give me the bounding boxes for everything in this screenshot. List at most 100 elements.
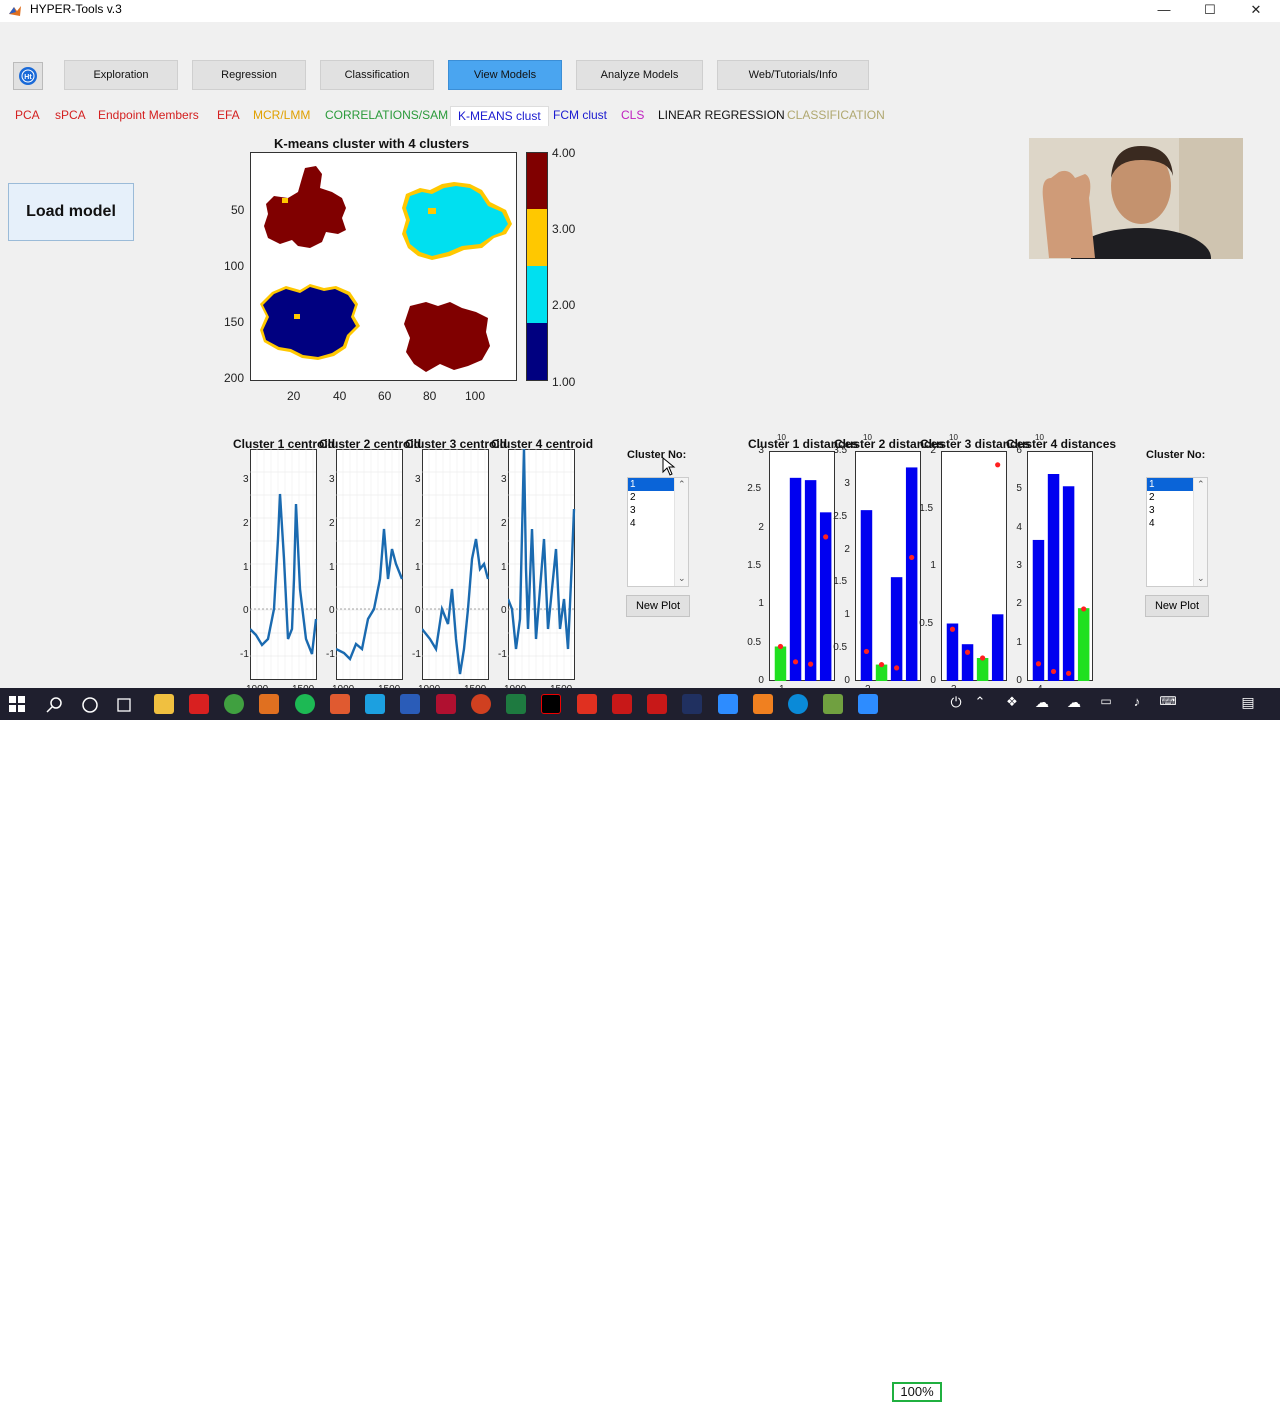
scroll-up-icon[interactable]: ⌃ <box>1197 479 1205 490</box>
colorbar <box>526 152 548 381</box>
acrobat-icon[interactable] <box>612 694 632 714</box>
classification-button[interactable]: Classification <box>320 60 434 90</box>
cloud-upload-icon[interactable]: ☁ <box>1032 694 1052 714</box>
colorbar-cluster-3 <box>526 209 548 266</box>
webcam-video-overlay <box>1029 138 1243 259</box>
tab-linear-regression[interactable]: LINEAR REGRESSION <box>651 106 792 126</box>
app-icon[interactable] <box>682 694 702 714</box>
centroid-ytick: 3 <box>415 474 421 485</box>
listbox-scrollbar[interactable]: ⌃ ⌄ <box>674 478 688 586</box>
app-window: HYPER-Tools v.3 — ☐ ✕ Ht Exploration Reg… <box>0 0 1280 695</box>
cluster-option[interactable]: 1 <box>1147 478 1193 491</box>
scroll-down-icon[interactable]: ⌄ <box>678 573 686 584</box>
tab-mcr-lmm[interactable]: MCR/LMM <box>246 106 317 126</box>
cluster-option[interactable]: 3 <box>1147 504 1193 517</box>
distance-bar <box>1047 474 1060 681</box>
hypertools-logo-button[interactable]: Ht <box>13 62 43 90</box>
cluster-listbox-left[interactable]: 1 2 3 4 ⌃ ⌄ <box>627 477 689 587</box>
cluster-option[interactable]: 4 <box>628 517 674 530</box>
power-icon[interactable]: ⏻ <box>946 694 966 714</box>
window-title: HYPER-Tools v.3 <box>30 2 122 16</box>
tab-k-means-clust[interactable]: K-MEANS clust <box>450 106 549 126</box>
distance-ytick: 3.5 <box>833 445 848 456</box>
cortana-icon[interactable] <box>81 696 99 714</box>
distance-ytick: 6 <box>1016 445 1022 456</box>
spotify-icon[interactable] <box>295 694 315 714</box>
centroid-ytick: -1 <box>498 649 507 660</box>
colorbar-cluster-1 <box>526 323 548 381</box>
keyboard-icon[interactable]: ⌨ <box>1158 694 1178 714</box>
tab-correlations-sam[interactable]: CORRELATIONS/SAM <box>318 106 455 126</box>
distance-ytick: 0 <box>758 675 764 686</box>
cluster-option[interactable]: 2 <box>1147 491 1193 504</box>
file-explorer-icon[interactable] <box>154 694 174 714</box>
app-icon[interactable] <box>823 694 843 714</box>
netflix-icon[interactable] <box>541 694 561 714</box>
vlc-icon[interactable] <box>753 694 773 714</box>
task-view-icon[interactable] <box>116 696 134 714</box>
regression-button[interactable]: Regression <box>192 60 306 90</box>
centroid-ytick: 0 <box>243 605 249 616</box>
tab-fcm-clust[interactable]: FCM clust <box>546 106 614 126</box>
load-model-button[interactable]: Load model <box>8 183 134 241</box>
tab-spca[interactable]: sPCA <box>48 106 93 126</box>
volume-icon[interactable]: ♪ <box>1127 694 1147 714</box>
chrome-icon[interactable] <box>224 694 244 714</box>
tab-efa[interactable]: EFA <box>210 106 247 126</box>
tab-pca[interactable]: PCA <box>8 106 47 126</box>
zoom-meeting-icon[interactable] <box>858 694 878 714</box>
view-models-button[interactable]: View Models <box>448 60 562 90</box>
scroll-up-icon[interactable]: ⌃ <box>678 479 686 490</box>
listbox-scrollbar[interactable]: ⌃ ⌄ <box>1193 478 1207 586</box>
edge-icon[interactable] <box>788 694 808 714</box>
chevron-up-icon[interactable]: ⌃ <box>970 694 990 714</box>
cluster-option[interactable]: 3 <box>628 504 674 517</box>
notifications-icon[interactable]: ▤ <box>1238 694 1258 714</box>
analyze-models-button[interactable]: Analyze Models <box>576 60 703 90</box>
web-tutorials-info-button[interactable]: Web/Tutorials/Info <box>717 60 869 90</box>
scroll-down-icon[interactable]: ⌄ <box>1197 573 1205 584</box>
tab-classification[interactable]: CLASSIFICATION <box>780 106 892 126</box>
excel-icon[interactable] <box>506 694 526 714</box>
cluster-option[interactable]: 4 <box>1147 517 1193 530</box>
close-button[interactable]: ✕ <box>1233 0 1279 22</box>
distance-point <box>878 661 885 668</box>
tab-cls[interactable]: CLS <box>614 106 651 126</box>
axis-exponent: 10 <box>777 433 786 442</box>
exploration-button[interactable]: Exploration <box>64 60 178 90</box>
cluster-listbox-right[interactable]: 1 2 3 4 ⌃ ⌄ <box>1146 477 1208 587</box>
distance-chart-title: Cluster 4 distances <box>1006 437 1117 451</box>
app-icon[interactable] <box>330 694 350 714</box>
cluster-option[interactable]: 1 <box>628 478 674 491</box>
app-icon[interactable] <box>436 694 456 714</box>
battery-icon[interactable]: ▭ <box>1096 694 1116 714</box>
map-xtick: 80 <box>423 389 437 403</box>
acrobat-pro-icon[interactable] <box>647 694 667 714</box>
search-icon[interactable] <box>46 696 64 714</box>
map-ytick: 100 <box>224 259 245 273</box>
onedrive-icon[interactable]: ☁ <box>1064 694 1084 714</box>
windows-start-icon[interactable] <box>9 696 25 712</box>
distance-point <box>792 659 799 665</box>
distance-ytick: 1 <box>930 560 936 571</box>
distance-ytick: 1 <box>1016 636 1022 648</box>
distance-ytick: 2.5 <box>833 510 848 522</box>
dropbox-icon[interactable]: ❖ <box>1002 694 1022 714</box>
minimize-button[interactable]: — <box>1141 0 1187 22</box>
matlab-taskbar-icon[interactable] <box>259 694 279 714</box>
app-icon[interactable] <box>577 694 597 714</box>
cluster-option[interactable]: 2 <box>628 491 674 504</box>
kmeans-cluster-map <box>250 152 517 381</box>
antivirus-icon[interactable] <box>189 694 209 714</box>
zoom-level-indicator[interactable]: 100% <box>892 1382 942 1402</box>
maximize-button[interactable]: ☐ <box>1187 0 1233 22</box>
new-plot-button-right[interactable]: New Plot <box>1145 595 1209 617</box>
powerpoint-icon[interactable] <box>471 694 491 714</box>
word-icon[interactable] <box>400 694 420 714</box>
centroid-ytick: 0 <box>329 605 335 616</box>
new-plot-button-left[interactable]: New Plot <box>626 595 690 617</box>
distance-ytick: 1 <box>758 598 764 610</box>
tab-endpoint-members[interactable]: Endpoint Members <box>91 106 206 126</box>
skype-icon[interactable] <box>365 694 385 714</box>
zoom-icon[interactable] <box>718 694 738 714</box>
